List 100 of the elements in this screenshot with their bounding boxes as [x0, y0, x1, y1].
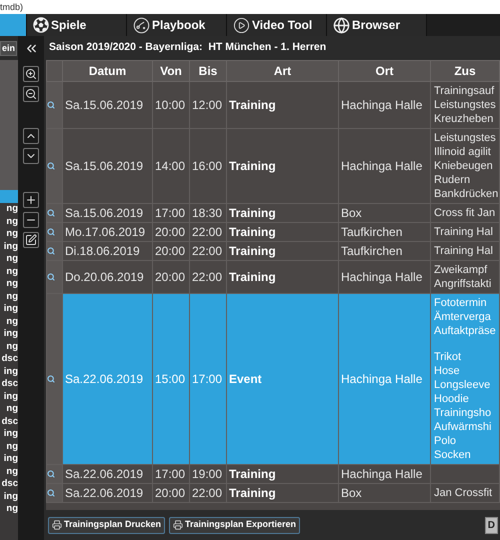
play-icon — [233, 16, 250, 34]
table-cell: Sa.15.06.2019 — [62, 82, 152, 128]
magnifier-icon[interactable] — [47, 247, 55, 255]
note-line: Trainingsho — [434, 406, 492, 420]
table-row[interactable]: Sa.15.06.2019 14:00 16:00 Training Hachinga Halle Leistungstes Illinoid agilit Kniebeugen Rudern Bankdrücken — [46, 128, 500, 204]
list-item[interactable]: dsc — [0, 478, 18, 490]
nav-tab[interactable]: Video Tool — [227, 14, 327, 36]
note-line: Trainingsauf — [434, 84, 494, 98]
note-line: Hoodie — [434, 392, 469, 406]
note-line: Training Hal — [434, 225, 493, 239]
nav-tab[interactable]: Spiele — [27, 14, 127, 36]
note-line: Training Hal — [434, 244, 493, 258]
list-item[interactable]: dsc — [0, 352, 18, 365]
list-item[interactable]: ng — [0, 252, 18, 265]
list-item[interactable]: ing — [0, 452, 18, 465]
list-item[interactable]: ng — [0, 315, 18, 328]
print-button[interactable]: Trainingsplan Exportieren — [169, 516, 300, 534]
nav-tab[interactable]: Playbook — [127, 14, 227, 36]
move-down-button[interactable] — [23, 148, 39, 164]
table-cell: Training — [226, 128, 338, 204]
list-item[interactable]: ng — [0, 228, 18, 240]
list-item[interactable]: ng — [0, 278, 18, 290]
note-line: Bankdrücken — [434, 187, 498, 201]
table-cell: 22:00 — [190, 484, 226, 502]
table-cell: Training — [226, 242, 338, 260]
list-item[interactable]: ng — [0, 265, 18, 278]
magnifier-icon[interactable] — [47, 273, 55, 281]
tactics-icon — [133, 16, 150, 34]
table-row[interactable]: Sa.15.06.2019 10:00 12:00 Training Hachinga Halle Trainingsauf Leistungstes Kreuzheben — [46, 82, 500, 128]
list-item[interactable]: ng — [0, 465, 18, 478]
table-cell: Training — [226, 484, 338, 502]
list-item[interactable]: ing — [0, 428, 18, 440]
column-header[interactable]: Zus — [430, 60, 500, 82]
globe-icon — [333, 16, 350, 34]
print-button[interactable]: Trainingsplan Drucken — [48, 516, 166, 534]
list-item[interactable]: ing — [0, 302, 18, 315]
table-cell: 20:00 — [152, 484, 190, 502]
table-row[interactable]: Di.18.06.2019 20:00 22:00 Training Taufkirchen Training Hal — [46, 242, 500, 260]
season-heading: Saison 2019/2020 - Bayernliga: HT München - 1. Herren — [49, 40, 326, 56]
table-cell: Sa.22.06.2019 — [62, 294, 152, 464]
column-header[interactable]: Ort — [338, 60, 430, 82]
list-item[interactable]: ng — [0, 502, 18, 515]
table-cell: Training — [226, 464, 338, 484]
table-cell: Training — [226, 222, 338, 242]
column-header[interactable]: Bis — [190, 60, 226, 82]
list-item[interactable]: ing — [0, 240, 18, 252]
nav-tab[interactable]: Browser — [327, 14, 427, 36]
magnifier-icon[interactable] — [47, 162, 55, 170]
table-cell: Event — [226, 294, 338, 464]
move-up-button[interactable] — [23, 128, 39, 144]
magnifier-icon[interactable] — [47, 101, 55, 109]
table-cell: 17:00 — [152, 204, 190, 222]
list-item[interactable]: ng — [0, 290, 18, 302]
tab[interactable] — [0, 14, 27, 36]
column-header[interactable]: Von — [152, 60, 190, 82]
magnifier-icon[interactable] — [47, 228, 55, 236]
zoom-in-icon — [25, 68, 37, 80]
add-button[interactable] — [23, 192, 39, 208]
toggle-button[interactable]: ein — [0, 40, 18, 56]
list-item[interactable]: ng — [0, 202, 18, 215]
column-header[interactable]: Datum — [62, 60, 152, 82]
table-row[interactable]: Mo.17.06.2019 20:00 22:00 Training Taufkirchen Training Hal — [46, 222, 500, 242]
table-cell: 20:00 — [152, 222, 190, 242]
table-cell: Sa.15.06.2019 — [62, 128, 152, 204]
list-item[interactable]: dsc — [0, 378, 18, 390]
note-line: Ämterverga — [434, 310, 491, 324]
table-cell: Di.18.06.2019 — [62, 242, 152, 260]
note-line: Socken — [434, 448, 471, 462]
remove-button[interactable] — [23, 212, 39, 228]
note-line: Aufwärmshi — [434, 420, 492, 434]
note-line: Cross fit Jan — [434, 206, 496, 220]
note-line: Polo — [434, 434, 456, 448]
table-row[interactable]: Sa.15.06.2019 17:00 18:30 Training Box Cross fit Jan — [46, 204, 500, 222]
table-cell: 17:00 — [190, 294, 226, 464]
zoom-out-button[interactable] — [23, 86, 39, 102]
window-title: tmdb) — [0, 2, 24, 12]
list-item[interactable]: ing — [0, 328, 18, 340]
column-header[interactable]: Art — [226, 60, 338, 82]
magnifier-icon[interactable] — [47, 489, 55, 497]
table-cell: 22:00 — [190, 222, 226, 242]
table-cell: Hachinga Halle — [338, 464, 430, 484]
list-item[interactable]: ng — [0, 402, 18, 415]
list-item[interactable]: ing — [0, 365, 18, 378]
table-cell: 16:00 — [190, 128, 226, 204]
table-row[interactable]: Sa.22.06.2019 17:00 19:00 Training Hachinga Halle — [46, 464, 500, 484]
list-item[interactable]: dsc — [0, 415, 18, 428]
list-item[interactable]: ng — [0, 440, 18, 452]
magnifier-icon[interactable] — [47, 209, 55, 217]
table-row[interactable]: Sa.22.06.2019 20:00 22:00 Training Box Jan Crossfit — [46, 484, 500, 502]
action-button[interactable]: D — [484, 516, 498, 534]
edit-button[interactable] — [23, 232, 39, 248]
table-cell: Hachinga Halle — [338, 128, 430, 204]
note-line: Trikot — [434, 350, 462, 364]
magnifier-icon[interactable] — [47, 470, 55, 478]
list-item[interactable]: ing — [0, 390, 18, 402]
list-item[interactable]: ing — [0, 490, 18, 502]
list-item[interactable]: ng — [0, 340, 18, 352]
list-item[interactable]: ng — [0, 215, 18, 228]
magnifier-icon[interactable] — [47, 375, 55, 383]
zoom-in-button[interactable] — [23, 66, 39, 82]
